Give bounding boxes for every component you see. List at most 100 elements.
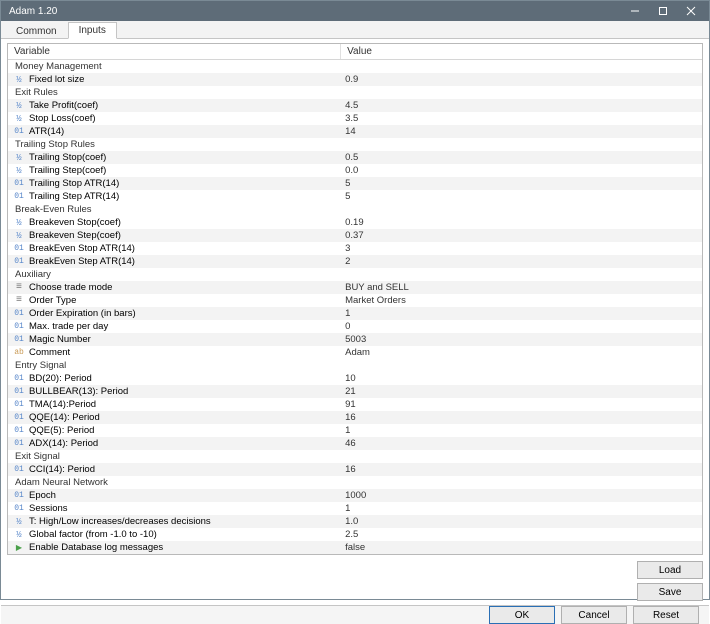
value-cell[interactable]: 16 [341, 464, 702, 475]
param-row[interactable]: Fixed lot size0.9 [8, 73, 702, 86]
variable-cell: Max. trade per day [8, 321, 341, 332]
int-type-icon [12, 244, 26, 254]
param-row[interactable]: CCI(14): Period 16 [8, 463, 702, 476]
value-cell[interactable]: 0.37 [341, 230, 702, 241]
variable-label: Epoch [29, 490, 56, 501]
variable-label: T: High/Low increases/decreases decision… [29, 516, 211, 527]
titlebar: Adam 1.20 [1, 1, 709, 21]
param-row[interactable]: TMA(14):Period91 [8, 398, 702, 411]
variable-label: Comment [29, 347, 70, 358]
param-row[interactable]: Stop Loss(coef) 3.5 [8, 112, 702, 125]
int-type-icon [12, 257, 26, 267]
enum-type-icon [12, 296, 26, 306]
value-cell[interactable]: 3.5 [341, 113, 702, 124]
value-cell[interactable]: 4.5 [341, 100, 702, 111]
value-cell[interactable]: 16 [341, 412, 702, 423]
ok-button[interactable]: OK [489, 606, 555, 624]
variable-label: Stop Loss(coef) [29, 113, 96, 124]
value-cell[interactable]: 5 [341, 178, 702, 189]
param-row[interactable]: QQE(14): Period16 [8, 411, 702, 424]
param-row[interactable]: BULLBEAR(13): Period 21 [8, 385, 702, 398]
param-row[interactable]: QQE(5): Period1 [8, 424, 702, 437]
enum-type-icon [12, 283, 26, 293]
value-cell[interactable]: 10 [341, 373, 702, 384]
param-row[interactable]: Choose trade modeBUY and SELL [8, 281, 702, 294]
param-row[interactable]: BD(20): Period10 [8, 372, 702, 385]
value-cell[interactable]: 2.5 [341, 529, 702, 540]
value-cell[interactable]: 0.9 [341, 74, 702, 85]
param-row[interactable]: Global factor (from -1.0 to -10)2.5 [8, 528, 702, 541]
param-row[interactable]: Enable Database log messagesfalse [8, 541, 702, 554]
value-cell[interactable]: 1 [341, 308, 702, 319]
value-cell[interactable]: 0.19 [341, 217, 702, 228]
value-cell[interactable]: 3 [341, 243, 702, 254]
inputs-grid: Variable Value Money ManagementFixed lot… [7, 43, 703, 555]
cancel-button[interactable]: Cancel [561, 606, 627, 624]
param-row[interactable]: Take Profit(coef)4.5 [8, 99, 702, 112]
param-row[interactable]: Breakeven Stop(coef)0.19 [8, 216, 702, 229]
variable-cell: Sessions [8, 503, 341, 514]
value-cell[interactable]: 0.0 [341, 165, 702, 176]
value-cell[interactable]: 5 [341, 191, 702, 202]
variable-cell: T: High/Low increases/decreases decision… [8, 516, 341, 527]
value-cell[interactable]: 0.5 [341, 152, 702, 163]
param-row[interactable]: Comment Adam [8, 346, 702, 359]
value-cell[interactable]: 91 [341, 399, 702, 410]
param-row[interactable]: Max. trade per day0 [8, 320, 702, 333]
variable-label: ADX(14): Period [29, 438, 98, 449]
value-cell[interactable]: Adam [341, 347, 702, 358]
value-cell[interactable]: 21 [341, 386, 702, 397]
variable-label: CCI(14): Period [29, 464, 95, 475]
variable-cell: QQE(14): Period [8, 412, 341, 423]
dbl-type-icon [12, 153, 26, 163]
param-row[interactable]: Trailing Step(coef)0.0 [8, 164, 702, 177]
load-button[interactable]: Load [637, 561, 703, 579]
value-cell[interactable]: 1000 [341, 490, 702, 501]
value-cell[interactable]: BUY and SELL [341, 282, 702, 293]
section-row: Exit Rules [8, 86, 702, 99]
value-cell[interactable]: 5003 [341, 334, 702, 345]
value-cell[interactable]: 14 [341, 126, 702, 137]
param-row[interactable]: BreakEven Stop ATR(14)3 [8, 242, 702, 255]
value-cell[interactable]: 0 [341, 321, 702, 332]
param-row[interactable]: Trailing Stop(coef)0.5 [8, 151, 702, 164]
section-row: Break-Even Rules [8, 203, 702, 216]
tab-inputs[interactable]: Inputs [68, 22, 117, 39]
value-cell[interactable]: 2 [341, 256, 702, 267]
save-button[interactable]: Save [637, 583, 703, 601]
section-row: Trailing Stop Rules [8, 138, 702, 151]
variable-cell: Fixed lot size [8, 74, 341, 85]
value-cell[interactable]: Market Orders [341, 295, 702, 306]
value-cell[interactable]: 1.0 [341, 516, 702, 527]
reset-button[interactable]: Reset [633, 606, 699, 624]
bottom-bar: OK Cancel Reset [1, 605, 709, 624]
variable-label: BreakEven Step ATR(14) [29, 256, 135, 267]
param-row[interactable]: Trailing Step ATR(14)5 [8, 190, 702, 203]
int-type-icon [12, 179, 26, 189]
param-row[interactable]: Magic Number5003 [8, 333, 702, 346]
param-row[interactable]: BreakEven Step ATR(14) 2 [8, 255, 702, 268]
value-cell[interactable]: 1 [341, 425, 702, 436]
maximize-button[interactable] [649, 1, 677, 21]
column-header-variable[interactable]: Variable [8, 44, 341, 59]
param-row[interactable]: Order TypeMarket Orders [8, 294, 702, 307]
column-header-value[interactable]: Value [341, 44, 702, 59]
param-row[interactable]: Trailing Stop ATR(14)5 [8, 177, 702, 190]
tab-common[interactable]: Common [5, 23, 68, 39]
param-row[interactable]: Sessions1 [8, 502, 702, 515]
variable-cell: CCI(14): Period [8, 464, 341, 475]
variable-label: Order Expiration (in bars) [29, 308, 136, 319]
param-row[interactable]: ATR(14)14 [8, 125, 702, 138]
variable-label: BULLBEAR(13): Period [29, 386, 128, 397]
minimize-button[interactable] [621, 1, 649, 21]
close-button[interactable] [677, 1, 705, 21]
value-cell[interactable]: false [341, 542, 702, 553]
param-row[interactable]: Breakeven Step(coef)0.37 [8, 229, 702, 242]
param-row[interactable]: Epoch 1000 [8, 489, 702, 502]
param-row[interactable]: T: High/Low increases/decreases decision… [8, 515, 702, 528]
param-row[interactable]: Order Expiration (in bars) 1 [8, 307, 702, 320]
param-row[interactable]: ADX(14): Period 46 [8, 437, 702, 450]
int-type-icon [12, 426, 26, 436]
value-cell[interactable]: 1 [341, 503, 702, 514]
value-cell[interactable]: 46 [341, 438, 702, 449]
